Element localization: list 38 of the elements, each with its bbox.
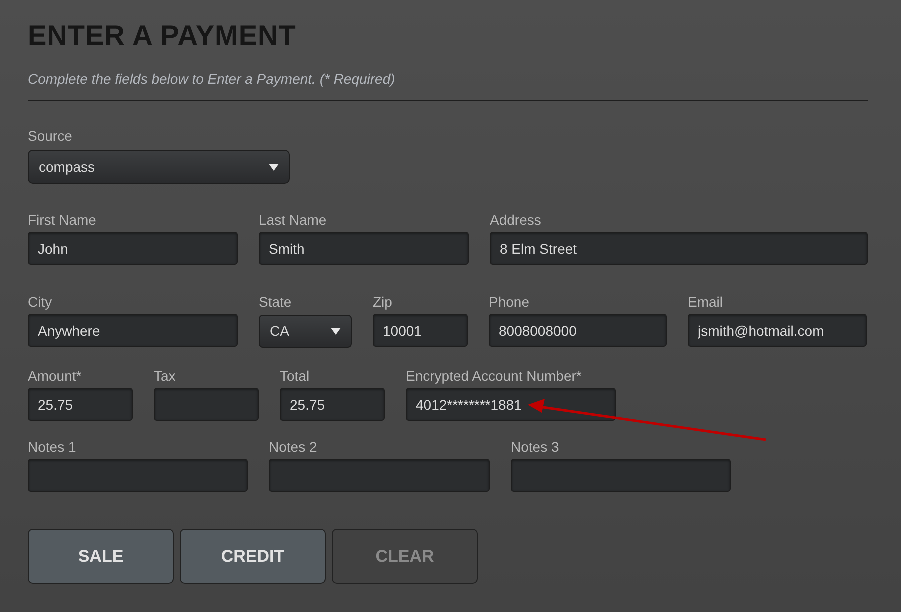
input-field[interactable]: 25.75 (280, 388, 385, 421)
input-field[interactable]: Smith (259, 232, 469, 265)
field-label: Notes 3 (511, 439, 560, 455)
field-label: Zip (373, 294, 394, 310)
action-button[interactable]: SALE (28, 529, 174, 584)
field-label: Notes 2 (269, 439, 318, 455)
source-select[interactable]: compass (28, 150, 290, 184)
input-field[interactable]: 25.75 (28, 388, 133, 421)
field-label: Address (490, 212, 542, 228)
subtitle: Complete the fields below to Enter a Payment. (* Required) (28, 71, 396, 87)
input-field[interactable]: John (28, 232, 238, 265)
field-label: Phone (489, 294, 530, 310)
caret-icon (269, 164, 279, 170)
state-select[interactable]: CA (259, 315, 352, 348)
input-field[interactable]: 8008008000 (489, 314, 667, 347)
field-label: Last Name (259, 212, 328, 228)
input-field[interactable] (154, 388, 259, 421)
input-field[interactable] (28, 459, 248, 492)
input-field[interactable]: 10001 (373, 314, 468, 347)
field-label: Tax (154, 368, 177, 384)
input-field[interactable] (511, 459, 731, 492)
action-button[interactable]: CREDIT (180, 529, 326, 584)
caret-icon (331, 328, 341, 335)
field-label: State (259, 294, 293, 310)
page-title: ENTER A PAYMENT (28, 20, 296, 52)
field-label: Notes 1 (28, 439, 78, 455)
input-field[interactable] (269, 459, 490, 492)
input-field[interactable]: Anywhere (28, 314, 238, 347)
input-field[interactable]: 8 Elm Street (490, 232, 868, 265)
field-label: Total (280, 368, 311, 384)
field-label: Encrypted Account Number* (406, 368, 583, 384)
field-label: Source (28, 128, 74, 144)
field-label: City (28, 294, 54, 310)
field-label: First Name (28, 212, 98, 228)
input-field[interactable]: 4012********1881 (406, 388, 616, 421)
field-label: Email (688, 294, 724, 310)
field-label: Amount* (28, 368, 83, 384)
input-field[interactable]: jsmith@hotmail.com (688, 314, 867, 347)
